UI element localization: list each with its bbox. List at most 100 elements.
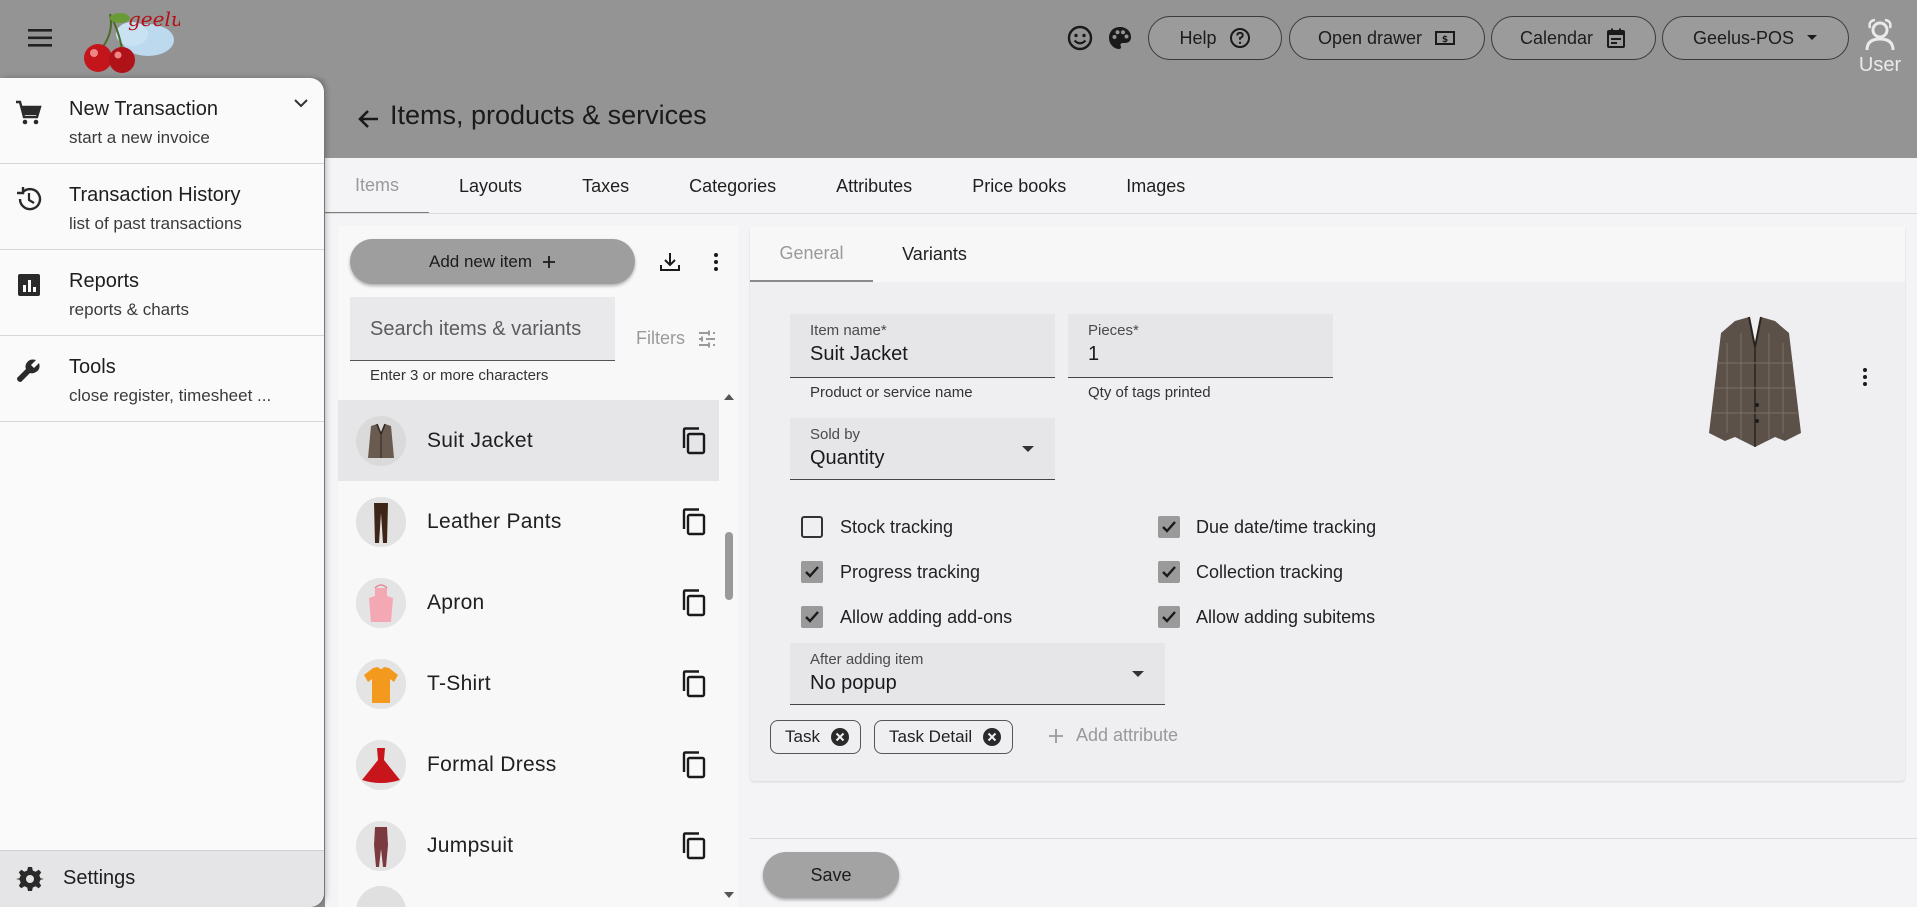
tab-taxes[interactable]: Taxes — [552, 158, 659, 214]
nav-item-tools[interactable]: Tools close register, timesheet ... — [0, 336, 324, 422]
list-scrollbar[interactable] — [722, 392, 736, 907]
nav-subtitle: start a new invoice — [69, 128, 210, 147]
hamburger-menu-icon[interactable] — [26, 25, 56, 51]
collection-tracking-checkbox[interactable] — [1157, 560, 1181, 584]
tab-price-books[interactable]: Price books — [942, 158, 1096, 214]
tune-icon — [697, 329, 717, 349]
copy-icon[interactable] — [680, 588, 708, 618]
add-new-item-label: Add new item — [429, 251, 532, 271]
register-label: Geelus-POS — [1692, 27, 1795, 48]
nav-item-new-transaction[interactable]: New Transaction start a new invoice — [0, 78, 324, 164]
jacket-thumbnail-icon — [356, 415, 406, 466]
list-item[interactable]: Apron — [338, 562, 719, 643]
tab-layouts[interactable]: Layouts — [429, 158, 552, 214]
attribute-chip[interactable]: Task Detail — [874, 720, 1014, 754]
item-image[interactable] — [1697, 313, 1813, 453]
remove-chip-icon[interactable] — [982, 727, 1002, 747]
apron-thumbnail-icon — [356, 577, 406, 628]
open-drawer-label: Open drawer — [1317, 27, 1423, 48]
pieces-field[interactable]: Pieces* 1 — [1068, 314, 1333, 378]
help-icon — [1229, 27, 1251, 49]
copy-icon[interactable] — [680, 669, 708, 699]
smiley-icon[interactable] — [1066, 24, 1094, 52]
tab-items[interactable]: Items — [325, 158, 430, 214]
save-button[interactable]: Save — [763, 852, 899, 898]
cart-icon — [14, 98, 44, 128]
more-vert-icon[interactable] — [704, 250, 728, 274]
tab-variants[interactable]: Variants — [873, 226, 996, 282]
tab-attributes[interactable]: Attributes — [806, 158, 942, 214]
dropdown-arrow-icon — [1132, 671, 1144, 677]
chevron-down-icon[interactable] — [290, 92, 312, 114]
copy-icon[interactable] — [680, 426, 708, 456]
item-label: Jumpsuit — [427, 833, 514, 857]
user-menu[interactable]: User — [1858, 18, 1902, 77]
allow-addons-label: Allow adding add-ons — [840, 607, 1013, 627]
copy-icon[interactable] — [680, 831, 708, 861]
pieces-label: Pieces* — [1088, 322, 1139, 339]
due-date-tracking-checkbox[interactable] — [1157, 515, 1181, 539]
open-drawer-button[interactable]: Open drawer $ — [1289, 16, 1485, 60]
item-name-label: Item name* — [810, 322, 887, 339]
filters-button[interactable]: Filters — [636, 328, 717, 349]
dress-thumbnail-icon — [356, 739, 406, 790]
settings-label: Settings — [63, 867, 136, 889]
section-tabs: Items Layouts Taxes Categories Attribute… — [325, 158, 1215, 214]
help-button[interactable]: Help — [1148, 16, 1282, 60]
list-item[interactable]: Formal Dress — [338, 724, 719, 805]
register-select[interactable]: Geelus-POS — [1662, 16, 1849, 60]
item-label: T-Shirt — [427, 671, 491, 695]
download-icon[interactable] — [658, 250, 682, 274]
copy-icon[interactable] — [680, 750, 708, 780]
chip-label: Task Detail — [889, 727, 973, 746]
calendar-button[interactable]: Calendar — [1491, 16, 1656, 60]
tab-images[interactable]: Images — [1096, 158, 1215, 214]
user-label: User — [1858, 54, 1902, 76]
item-label: Formal Dress — [427, 752, 557, 776]
palette-icon[interactable] — [1106, 24, 1134, 52]
remove-chip-icon[interactable] — [830, 727, 850, 747]
add-new-item-button[interactable]: Add new item — [350, 239, 635, 284]
attribute-chip[interactable]: Task — [770, 720, 861, 754]
stock-tracking-checkbox[interactable] — [800, 515, 824, 539]
search-input[interactable]: Search items & variants — [350, 297, 615, 361]
history-icon — [14, 184, 44, 214]
list-item[interactable]: Jumpsuit — [338, 805, 719, 886]
nav-subtitle: close register, timesheet ... — [69, 386, 272, 405]
plus-icon — [542, 255, 556, 269]
nav-subtitle: reports & charts — [69, 300, 189, 319]
geelus-logo[interactable]: geelus — [70, 4, 180, 76]
item-label: Leather Pants — [427, 509, 562, 533]
after-adding-item-value: No popup — [810, 672, 897, 694]
list-item[interactable]: Leather Pants — [338, 481, 719, 562]
nav-item-settings[interactable]: Settings — [0, 850, 324, 907]
collection-tracking-label: Collection tracking — [1196, 562, 1344, 582]
copy-icon[interactable] — [680, 507, 708, 537]
back-arrow-icon[interactable] — [355, 105, 383, 133]
filters-label: Filters — [636, 328, 685, 348]
allow-subitems-checkbox[interactable] — [1157, 605, 1181, 629]
list-item[interactable]: T-Shirt — [338, 643, 719, 724]
allow-addons-checkbox[interactable] — [800, 605, 824, 629]
add-attribute-button[interactable]: Add attribute — [1048, 725, 1178, 746]
tabs-divider — [325, 213, 1917, 214]
after-adding-item-select[interactable]: After adding item No popup — [790, 643, 1165, 705]
plus-icon — [1048, 728, 1064, 744]
sold-by-select[interactable]: Sold by Quantity — [790, 418, 1055, 480]
list-item[interactable]: Suit Jacket — [338, 400, 719, 481]
save-divider — [750, 838, 1917, 839]
tab-categories[interactable]: Categories — [659, 158, 806, 214]
due-date-tracking-label: Due date/time tracking — [1196, 517, 1377, 537]
report-icon — [14, 270, 44, 300]
more-vert-icon[interactable] — [1853, 365, 1877, 389]
progress-tracking-checkbox[interactable] — [800, 560, 824, 584]
sold-by-value: Quantity — [810, 447, 885, 469]
calendar-label: Calendar — [1519, 27, 1594, 48]
pieces-helper: Qty of tags printed — [1088, 384, 1211, 401]
tab-general[interactable]: General — [750, 226, 873, 282]
nav-item-reports[interactable]: Reports reports & charts — [0, 250, 324, 336]
user-avatar-icon — [1858, 18, 1902, 54]
tshirt-thumbnail-icon — [356, 658, 406, 709]
item-name-field[interactable]: Item name* Suit Jacket — [790, 314, 1055, 378]
nav-item-transaction-history[interactable]: Transaction History list of past transac… — [0, 164, 324, 250]
